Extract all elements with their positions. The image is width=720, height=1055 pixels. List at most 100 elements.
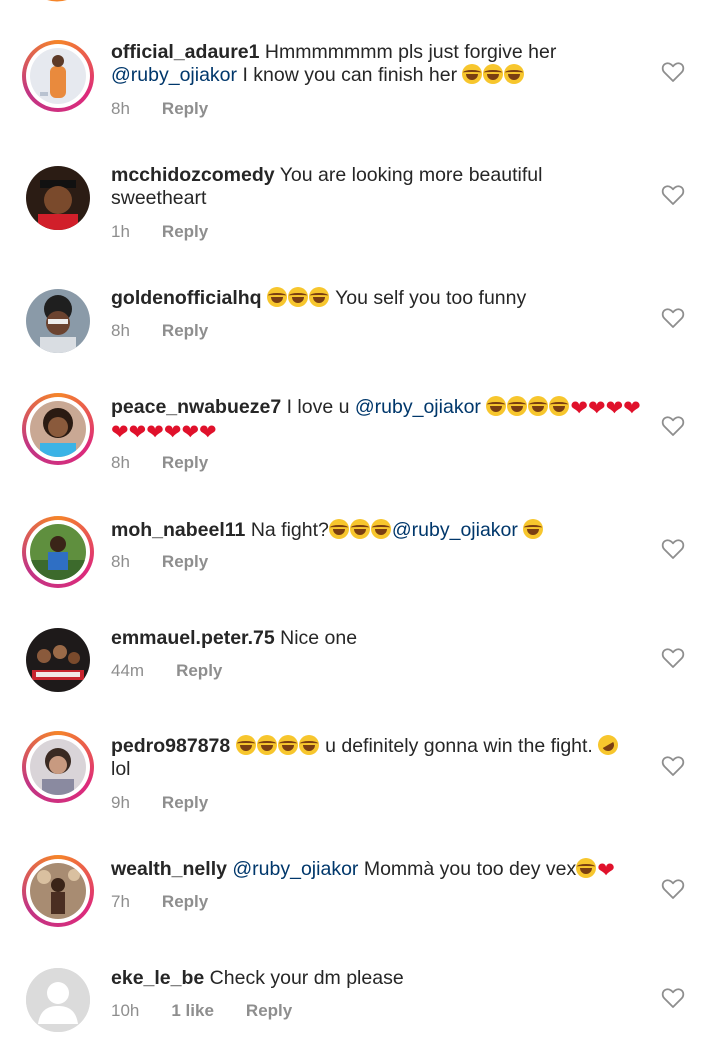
laughing-emoji-icon bbox=[277, 735, 298, 755]
comment-username[interactable]: goldenofficialhq bbox=[111, 287, 262, 309]
comment-meta: 8h Reply bbox=[111, 99, 208, 119]
comment-username[interactable]: official_adaure1 bbox=[111, 41, 259, 63]
mention-link[interactable]: @ruby_ojiakor bbox=[392, 519, 518, 541]
reply-button[interactable]: Reply bbox=[162, 453, 208, 473]
heart-outline-icon[interactable] bbox=[661, 877, 685, 901]
comment-meta: 8h Reply bbox=[111, 552, 208, 572]
comment-text-segment: I love u bbox=[281, 396, 355, 418]
comment-meta: 8h Reply bbox=[111, 321, 208, 341]
laughing-emoji-icon bbox=[349, 519, 370, 539]
comment-text: official_adaure1 Hmmmmmmm pls just forgi… bbox=[111, 41, 641, 87]
avatar[interactable] bbox=[26, 968, 90, 1032]
heart-outline-icon[interactable] bbox=[661, 183, 685, 207]
comment-body: Nice one bbox=[275, 627, 357, 649]
laughing-emoji-icon bbox=[328, 519, 349, 539]
comment-meta: 9h Reply bbox=[111, 793, 208, 813]
comment-username[interactable]: wealth_nelly bbox=[111, 858, 227, 880]
comment-time: 9h bbox=[111, 793, 130, 812]
comment-username[interactable]: moh_nabeel11 bbox=[111, 519, 245, 541]
heart-outline-icon[interactable] bbox=[661, 754, 685, 778]
avatar[interactable] bbox=[22, 393, 94, 465]
avatar[interactable] bbox=[22, 855, 94, 927]
mention-link[interactable]: @ruby_ojiakor bbox=[355, 396, 481, 418]
laughing-emoji-icon bbox=[507, 396, 528, 416]
red-heart-emoji-icon: ❤ bbox=[199, 420, 217, 444]
heart-outline-icon[interactable] bbox=[661, 537, 685, 561]
comment-text: pedro987878 u definitely gonna win the f… bbox=[111, 731, 641, 781]
heart-outline-icon[interactable] bbox=[661, 646, 685, 670]
comment-text-segment: Hmmmmmmm pls just forgive her bbox=[259, 41, 557, 63]
comment-time: 8h bbox=[111, 321, 130, 340]
heart-outline-icon[interactable] bbox=[661, 986, 685, 1010]
comment-text: eke_le_be Check your dm please bbox=[111, 967, 641, 990]
comment-text: moh_nabeel11 Na fight? @ruby_ojiakor bbox=[111, 519, 641, 542]
comment-time: 8h bbox=[111, 552, 130, 571]
avatar[interactable] bbox=[26, 628, 90, 692]
red-heart-emoji-icon: ❤ bbox=[128, 420, 147, 444]
red-heart-emoji-icon: ❤ bbox=[623, 396, 641, 420]
comment-username[interactable]: pedro987878 bbox=[111, 735, 230, 757]
reply-button[interactable]: Reply bbox=[246, 1001, 292, 1021]
comment-time: 7h bbox=[111, 892, 130, 911]
mention-link[interactable]: @ruby_ojiakor bbox=[232, 858, 358, 880]
reply-button[interactable]: Reply bbox=[162, 321, 208, 341]
mention-link[interactable]: @ruby_ojiakor bbox=[111, 64, 237, 86]
red-heart-emoji-icon: ❤ bbox=[146, 420, 164, 444]
laughing-emoji-icon bbox=[288, 287, 308, 307]
laughing-emoji-icon bbox=[370, 519, 391, 539]
laughing-emoji-icon bbox=[235, 735, 256, 755]
comment-username[interactable]: emmauel.peter.75 bbox=[111, 627, 275, 649]
comment-username[interactable]: eke_le_be bbox=[111, 967, 204, 989]
comment-time: 8h bbox=[111, 99, 130, 118]
avatar[interactable] bbox=[26, 289, 90, 353]
comment-body: @ruby_ojiakor Mommà you too dey vex ❤ bbox=[227, 858, 615, 882]
laughing-emoji-icon bbox=[504, 64, 525, 84]
comment-body: Na fight? @ruby_ojiakor bbox=[245, 519, 544, 541]
comment-body: Check your dm please bbox=[204, 967, 404, 989]
reply-button[interactable]: Reply bbox=[176, 661, 222, 681]
likes-count[interactable]: 1 like bbox=[171, 1001, 214, 1021]
comment-text-segment bbox=[230, 735, 235, 757]
reply-button[interactable]: Reply bbox=[162, 222, 208, 242]
comment-time: 44m bbox=[111, 661, 145, 680]
laughing-emoji-icon bbox=[256, 735, 277, 755]
laughing-emoji-icon bbox=[298, 735, 319, 755]
comment-meta: 10h 1 like Reply bbox=[111, 1001, 292, 1021]
heart-outline-icon[interactable] bbox=[661, 414, 685, 438]
avatar[interactable] bbox=[22, 731, 94, 803]
heart-outline-icon[interactable] bbox=[661, 60, 685, 84]
comment-text-segment: Mommà you too dey vex bbox=[358, 858, 577, 880]
comment-time: 1h bbox=[111, 222, 130, 241]
comment-text-segment: I know you can finish her bbox=[237, 64, 463, 86]
comment-username[interactable]: peace_nwabueze7 bbox=[111, 396, 281, 418]
reply-button[interactable]: Reply bbox=[162, 892, 208, 912]
previous-comment-avatar-ring bbox=[26, 0, 88, 4]
red-heart-emoji-icon: ❤ bbox=[605, 396, 624, 420]
red-heart-emoji-icon: ❤ bbox=[587, 396, 606, 420]
avatar[interactable] bbox=[22, 516, 94, 588]
red-heart-emoji-icon: ❤ bbox=[111, 420, 129, 444]
comment-meta: 1h Reply bbox=[111, 222, 208, 242]
comment-text-segment: Nice one bbox=[274, 627, 358, 649]
avatar[interactable] bbox=[22, 40, 94, 112]
comment-time: 10h bbox=[111, 1001, 140, 1020]
reply-button[interactable]: Reply bbox=[162, 99, 208, 119]
heart-outline-icon[interactable] bbox=[661, 306, 685, 330]
comment-text: emmauel.peter.75 Nice one bbox=[111, 627, 641, 650]
comment-text: wealth_nelly @ruby_ojiakor Mommà you too… bbox=[111, 858, 641, 882]
laughing-emoji-icon bbox=[528, 396, 549, 416]
comment-meta: 7h Reply bbox=[111, 892, 208, 912]
comment-meta: 8h Reply bbox=[111, 453, 208, 473]
laughing-emoji-icon bbox=[462, 64, 483, 84]
comment-text: goldenofficialhq You self you too funny bbox=[111, 287, 641, 310]
laughing-emoji-icon bbox=[523, 519, 544, 539]
laughing-emoji-icon bbox=[267, 287, 287, 307]
reply-button[interactable]: Reply bbox=[162, 793, 208, 813]
laughing-emoji-icon bbox=[309, 287, 329, 307]
comment-username[interactable]: mcchidozcomedy bbox=[111, 164, 275, 186]
reply-button[interactable]: Reply bbox=[162, 552, 208, 572]
red-heart-emoji-icon: ❤ bbox=[597, 858, 615, 882]
comment-time: 8h bbox=[111, 453, 130, 472]
comment-meta: 44m Reply bbox=[111, 661, 222, 681]
avatar[interactable] bbox=[26, 166, 90, 230]
